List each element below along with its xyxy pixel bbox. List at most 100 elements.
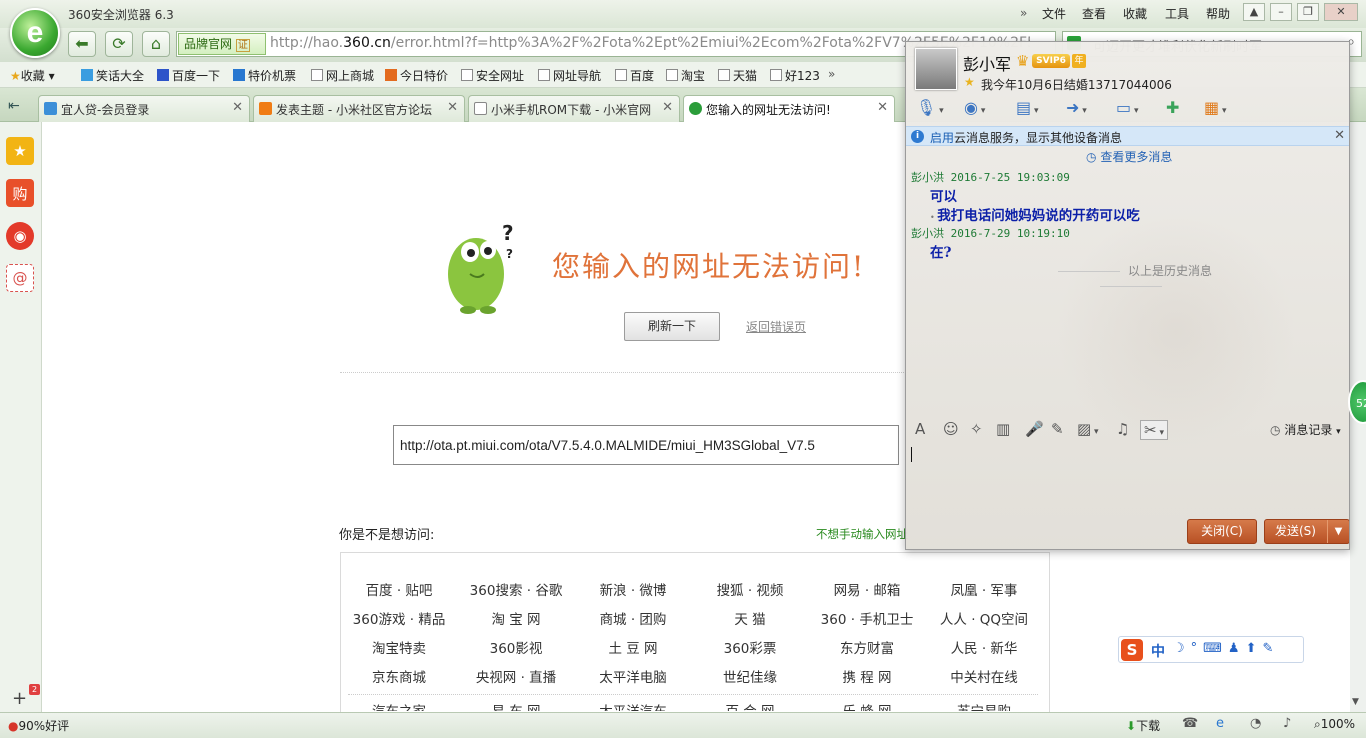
weibo-icon[interactable]: ◉ xyxy=(6,222,34,250)
music-icon[interactable]: ♫ xyxy=(1116,420,1129,438)
tab-close-icon[interactable]: ✕ xyxy=(662,100,673,115)
ime-mode-label[interactable]: 中 xyxy=(1151,641,1165,661)
suggested-link[interactable]: 360 · 手机卫士 xyxy=(808,608,926,628)
menu-favorites[interactable]: 收藏 xyxy=(1123,5,1147,22)
close-chat-button[interactable]: 关闭(C) xyxy=(1187,519,1257,544)
home-icon[interactable]: ⌂ xyxy=(142,31,170,57)
manual-input-hint[interactable]: 不想手动输入网址 xyxy=(816,526,908,542)
download-status[interactable]: ⬇下载 xyxy=(1126,717,1160,734)
tab-yirendai[interactable]: 宜人贷-会员登录 ✕ xyxy=(38,95,250,122)
shopping-icon[interactable]: 购 xyxy=(6,179,34,207)
refresh-button[interactable]: 刷新一下 xyxy=(624,312,720,341)
suggested-link[interactable]: 易 车 网 xyxy=(457,703,575,711)
apps-grid-icon[interactable]: ▦ ▾ xyxy=(1204,98,1227,120)
suggested-link[interactable]: 网易 · 邮箱 xyxy=(808,579,926,599)
user-icon[interactable]: ◔ xyxy=(1250,716,1261,731)
suggested-link[interactable]: 天 猫 xyxy=(691,608,809,628)
suggested-link[interactable]: 360影视 xyxy=(457,637,575,657)
close-window-button[interactable]: ✕ xyxy=(1324,3,1358,21)
suggested-link[interactable]: 中关村在线 xyxy=(925,666,1043,686)
skin-icon[interactable]: ▲ xyxy=(1243,3,1265,21)
remote-desktop-icon[interactable]: ▤ ▾ xyxy=(1016,98,1039,120)
sogou-ime-bar[interactable]: S 中 ☽°⌨♟⬆✎ xyxy=(1118,636,1304,663)
suggested-link[interactable]: 新浪 · 微博 xyxy=(574,579,692,599)
suggested-link[interactable]: 央视网 · 直播 xyxy=(457,666,575,686)
rating-status[interactable]: ●90%好评 xyxy=(8,717,69,734)
suggested-link[interactable]: 商城 · 团购 xyxy=(574,608,692,628)
menu-tools[interactable]: 工具 xyxy=(1165,5,1189,22)
suggested-link[interactable]: 360游戏 · 精品 xyxy=(340,608,458,628)
suggested-link[interactable]: 凤凰 · 军事 xyxy=(925,579,1043,599)
suggested-link[interactable]: 苏宁易购 xyxy=(925,703,1043,711)
message-input[interactable] xyxy=(906,442,1349,512)
menu-file[interactable]: 文件 xyxy=(1042,5,1066,22)
bookmark-item[interactable]: 安全网址 xyxy=(461,67,524,84)
bookmark-item[interactable]: 网址导航 xyxy=(538,67,601,84)
avatar[interactable] xyxy=(915,48,957,90)
font-icon[interactable]: A xyxy=(915,420,925,438)
suggested-link[interactable]: 360搜索 · 谷歌 xyxy=(457,579,575,599)
video-call-icon[interactable]: ◉ ▾ xyxy=(964,98,985,120)
minimize-button[interactable]: – xyxy=(1270,3,1292,21)
tab-close-icon[interactable]: ✕ xyxy=(232,100,243,115)
suggested-link[interactable]: 土 豆 网 xyxy=(574,637,692,657)
screen-share-icon[interactable]: ▭ ▾ xyxy=(1116,98,1139,120)
suggested-link[interactable]: 太平洋电脑 xyxy=(574,666,692,686)
view-more-messages-link[interactable]: ◷ 查看更多消息 xyxy=(1086,148,1172,165)
suggested-link[interactable]: 百度 · 贴吧 xyxy=(340,579,458,599)
refresh-icon[interactable]: ⟳ xyxy=(105,31,133,57)
bookmark-item[interactable]: 好123 xyxy=(770,67,820,84)
bookmark-favorites[interactable]: ★收藏 ▾ xyxy=(10,67,55,84)
extension-icon[interactable]: ☎ xyxy=(1182,716,1198,731)
scroll-down-icon[interactable]: ▼ xyxy=(1352,697,1359,707)
tab-xiaomi-rom[interactable]: 小米手机ROM下载 - 小米官网 ✕ xyxy=(468,95,680,122)
ime-tools-icons[interactable]: ☽°⌨♟⬆✎ xyxy=(1173,641,1279,656)
bookmark-item[interactable]: 淘宝 xyxy=(666,67,705,84)
suggested-link[interactable]: 淘 宝 网 xyxy=(457,608,575,628)
emoji-icon[interactable]: ☺ xyxy=(943,420,959,438)
voice-call-icon[interactable]: 🎙 ▾ xyxy=(916,98,944,120)
suggested-link[interactable]: 携 程 网 xyxy=(808,666,926,686)
menu-view[interactable]: 查看 xyxy=(1082,5,1106,22)
send-options-icon[interactable]: ▼ xyxy=(1327,520,1349,543)
close-notice-icon[interactable]: ✕ xyxy=(1334,128,1345,143)
bookmark-item[interactable]: 百度 xyxy=(615,67,654,84)
contact-name[interactable]: 彭小军 xyxy=(963,51,1011,75)
voice-message-icon[interactable]: 🎤 xyxy=(1025,420,1044,438)
suggested-link[interactable]: 太平洋汽车 xyxy=(574,703,692,711)
image-icon[interactable]: ▨ ▾ xyxy=(1077,420,1099,438)
suggested-link[interactable]: 搜狐 · 视频 xyxy=(691,579,809,599)
sidebar-toggle-icon[interactable]: ⇤ xyxy=(8,98,20,114)
volume-icon[interactable]: ♪ xyxy=(1283,716,1291,731)
mail-icon[interactable]: @ xyxy=(6,264,34,292)
add-sidebar-icon[interactable]: + xyxy=(12,688,27,709)
menu-overflow-icon[interactable]: » xyxy=(1020,6,1027,20)
send-file-icon[interactable]: ➜ ▾ xyxy=(1066,98,1087,120)
message-record-button[interactable]: ◷ 消息记录 ▾ xyxy=(1270,421,1341,438)
bookmark-item[interactable]: 天猫 xyxy=(718,67,757,84)
tab-error-page[interactable]: 您输入的网址无法访问! ✕ xyxy=(683,95,895,122)
create-group-icon[interactable]: ✚ xyxy=(1166,98,1179,120)
qq-chat-window[interactable]: 彭小军 ♛ SVIP6 年 ★ 我今年10月6日结婚13717044006 🎙 … xyxy=(905,41,1350,550)
favorites-star-icon[interactable]: ★ xyxy=(6,137,34,165)
screenshot-icon[interactable]: ✂ ▾ xyxy=(1140,420,1168,440)
maximize-button[interactable]: ❐ xyxy=(1297,3,1319,21)
menu-help[interactable]: 帮助 xyxy=(1206,5,1230,22)
bookmark-item[interactable]: 笑话大全 xyxy=(81,67,144,84)
back-to-error-link[interactable]: 返回错误页 xyxy=(746,318,806,335)
suggested-link[interactable]: 汽车之家 xyxy=(340,703,458,711)
ie-mode-icon[interactable]: e xyxy=(1216,716,1224,731)
send-button[interactable]: 发送(S) ▼ xyxy=(1264,519,1349,544)
suggested-link[interactable]: 360彩票 xyxy=(691,637,809,657)
failed-url-field[interactable]: http://ota.pt.miui.com/ota/V7.5.4.0.MALM… xyxy=(393,425,899,465)
cloud-message-notice[interactable]: i 启用云消息服务，显示其他设备消息 ✕ xyxy=(906,126,1349,146)
tab-xiaomi-forum[interactable]: 发表主题 - 小米社区官方论坛 ✕ xyxy=(253,95,465,122)
enable-cloud-link[interactable]: 启用 xyxy=(930,131,954,145)
browser-logo-icon[interactable]: e xyxy=(10,8,60,58)
bookmarks-overflow-icon[interactable]: » xyxy=(828,67,835,81)
handwriting-icon[interactable]: ✎ xyxy=(1051,420,1064,438)
tab-close-icon[interactable]: ✕ xyxy=(447,100,458,115)
suggested-link[interactable]: 人人 · QQ空间 xyxy=(925,608,1043,628)
suggested-link[interactable]: 人民 · 新华 xyxy=(925,637,1043,657)
suggested-link[interactable]: 京东商城 xyxy=(340,666,458,686)
